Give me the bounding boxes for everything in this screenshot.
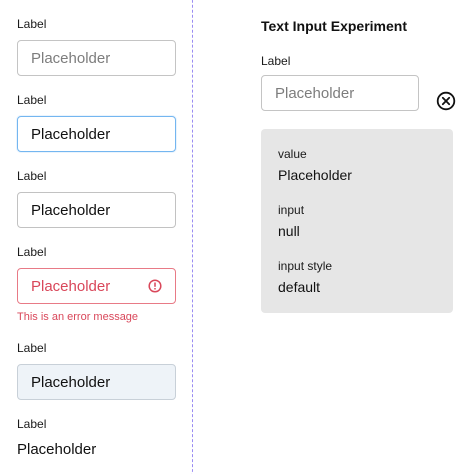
field-plain: Label Placeholder <box>17 417 176 458</box>
state-key-value: value <box>278 147 307 161</box>
text-input-error[interactable]: Placeholder <box>17 268 176 304</box>
text-input-default[interactable]: Placeholder <box>17 40 176 76</box>
text-input-readonly[interactable]: Placeholder <box>17 364 176 400</box>
plain-text-value: Placeholder <box>17 441 97 458</box>
text-input-error-value: Placeholder <box>31 277 111 295</box>
state-val-input: null <box>278 223 300 239</box>
field-label: Label <box>17 17 47 31</box>
state-panel: value Placeholder input null input style… <box>261 129 453 313</box>
field-focused: Label Placeholder <box>17 93 176 152</box>
state-key-input: input <box>278 203 305 217</box>
state-val-style: default <box>278 279 321 295</box>
field-label: Label <box>17 93 47 107</box>
field-filled: Label Placeholder <box>17 169 176 228</box>
close-circle-icon[interactable] <box>436 91 456 111</box>
field-label: Label <box>17 341 47 355</box>
field-label: Label <box>17 245 47 259</box>
field-readonly: Label Placeholder <box>17 341 176 400</box>
state-val-value: Placeholder <box>278 167 352 183</box>
state-key-style: input style <box>278 259 333 273</box>
page: Label Placeholder Label Placeholder Labe… <box>0 0 474 474</box>
text-input-filled[interactable]: Placeholder <box>17 192 176 228</box>
field-label: Label <box>17 169 47 183</box>
field-default: Label Placeholder <box>17 17 176 76</box>
field-label: Label <box>17 417 47 431</box>
experiment-title: Text Input Experiment <box>261 18 407 34</box>
text-input-focused[interactable]: Placeholder <box>17 116 176 152</box>
experiment-field-label: Label <box>261 54 291 68</box>
field-error: Label Placeholder This is an error messa… <box>17 245 176 323</box>
experiment-text-input[interactable]: Placeholder <box>261 75 419 111</box>
error-message: This is an error message <box>17 311 139 323</box>
error-circle-icon <box>148 279 162 293</box>
